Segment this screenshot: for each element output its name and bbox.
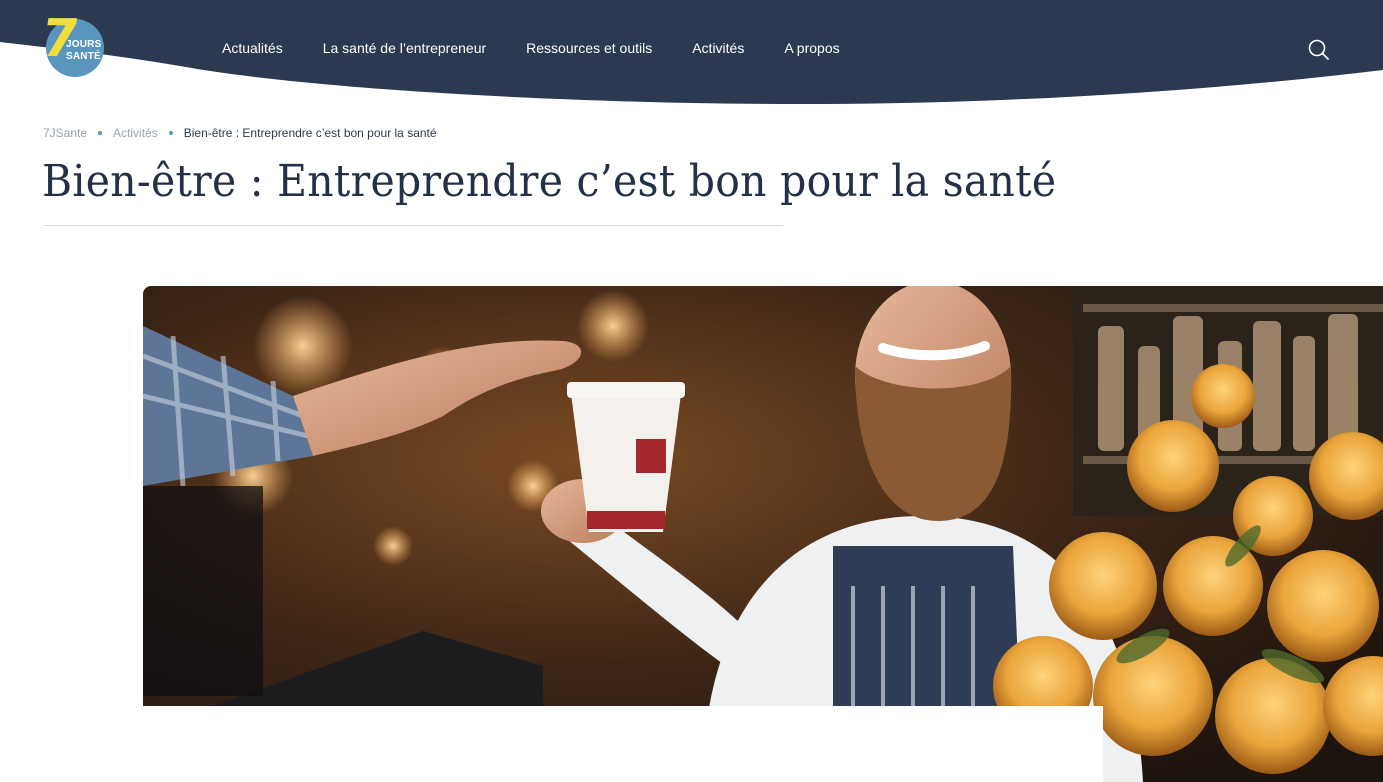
breadcrumb: 7JSante Activités Bien-être : Entreprend… (43, 126, 437, 140)
breadcrumb-separator (168, 131, 173, 135)
search-icon (1308, 39, 1329, 60)
nav-item-ressources-outils[interactable]: Ressources et outils (526, 40, 652, 56)
article-content-panel (0, 706, 1103, 782)
logo-line-1: JOURS (66, 39, 102, 50)
nav-item-a-propos[interactable]: A propos (784, 40, 839, 56)
nav-item-sante-entrepreneur[interactable]: La santé de l’entrepreneur (323, 40, 486, 56)
search-button[interactable] (1307, 38, 1331, 62)
page-title: Bien-être : Entreprendre c’est bon pour … (42, 156, 1057, 207)
breadcrumb-home[interactable]: 7JSante (43, 126, 87, 140)
breadcrumb-separator (98, 131, 103, 135)
logo-text: JOURS SANTÉ (66, 39, 102, 63)
main-navigation: Actualités La santé de l’entrepreneur Re… (222, 40, 880, 56)
breadcrumb-current: Bien-être : Entreprendre c’est bon pour … (183, 126, 437, 140)
logo-line-2: SANTÉ (66, 51, 101, 62)
nav-item-activites[interactable]: Activités (692, 40, 744, 56)
site-logo[interactable]: 7 JOURS SANTÉ (38, 9, 104, 79)
nav-item-actualites[interactable]: Actualités (222, 40, 283, 56)
site-header: 7 JOURS SANTÉ Actualités La santé de l’e… (0, 0, 1383, 110)
title-divider (43, 225, 783, 226)
breadcrumb-activites[interactable]: Activités (113, 126, 158, 140)
